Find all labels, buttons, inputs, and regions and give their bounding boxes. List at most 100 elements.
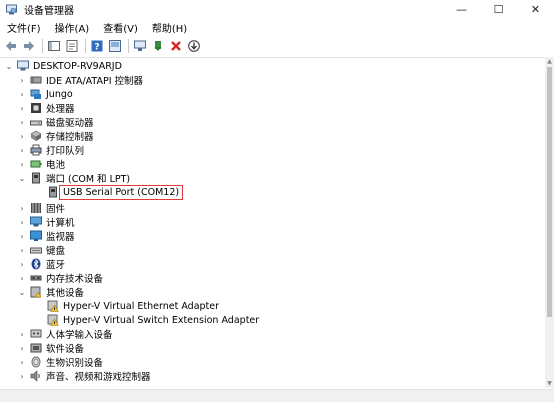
computer-icon [17, 60, 29, 72]
tree-root[interactable]: ⌄ DESKTOP-RV9ARJD [4, 59, 122, 73]
toolbar-separator [85, 38, 86, 53]
fingerprint-icon [30, 356, 42, 368]
ide-controller-icon [30, 74, 42, 86]
tree-item-computer[interactable]: › 计算机 [17, 215, 75, 229]
maximize-button[interactable]: ☐ [480, 0, 517, 18]
tree-item-usb-serial-port[interactable]: USB Serial Port (COM12) [44, 184, 184, 200]
tree-item-sound-video[interactable]: › 声音、视频和游戏控制器 [17, 369, 151, 383]
chevron-right-icon[interactable]: › [17, 73, 27, 87]
chevron-right-icon[interactable]: › [17, 243, 27, 257]
jungo-device-icon [30, 88, 42, 100]
tree-item-label: 生物识别设备 [46, 358, 104, 369]
tree-item-label: 存储控制器 [46, 132, 94, 143]
device-manager-icon [6, 4, 17, 15]
tree-item-hyperv-ethernet[interactable]: Hyper-V Virtual Ethernet Adapter [44, 299, 219, 313]
tree-item-disk[interactable]: › 磁盘驱动器 [17, 115, 94, 130]
software-device-icon [30, 342, 42, 354]
title-bar: 设备管理器 — ☐ ✕ [0, 0, 554, 18]
scrollbar-thumb[interactable] [547, 67, 552, 317]
tree-item-hid[interactable]: › 人体学输入设备 [17, 327, 113, 341]
update-driver-icon[interactable] [151, 39, 165, 53]
tree-item-ports[interactable]: ⌄ 端口 (COM 和 LPT) [17, 171, 130, 185]
tree-item-label: IDE ATA/ATAPI 控制器 [46, 76, 144, 87]
menu-view[interactable]: 查看(V) [96, 20, 145, 35]
tree-item-label: 软件设备 [46, 344, 85, 355]
speaker-icon [30, 370, 42, 382]
close-button[interactable]: ✕ [517, 0, 554, 18]
view-icon[interactable] [108, 39, 122, 53]
tree-item-print-queue[interactable]: › 打印队列 [17, 143, 84, 157]
uninstall-icon[interactable] [169, 39, 183, 53]
help-icon[interactable]: ? [90, 39, 104, 53]
disk-drive-icon [30, 116, 42, 128]
tree-item-label: 蓝牙 [46, 260, 66, 271]
tree-item-label: 磁盘驱动器 [46, 118, 94, 129]
horizontal-scrollbar[interactable] [0, 389, 554, 402]
show-hide-tree-icon[interactable] [47, 39, 61, 53]
tree-item-label: Hyper-V Virtual Switch Extension Adapter [63, 314, 260, 326]
device-tree: ⌄ DESKTOP-RV9ARJD › IDE ATA/ATAPI 控制器 › … [0, 57, 545, 389]
chevron-right-icon[interactable]: › [17, 355, 27, 369]
tree-item-monitor[interactable]: › 监视器 [17, 229, 75, 243]
chevron-right-icon[interactable]: › [17, 115, 27, 129]
tree-item-ide[interactable]: › IDE ATA/ATAPI 控制器 [17, 73, 144, 88]
tree-item-label: 声音、视频和游戏控制器 [46, 372, 151, 383]
selected-device-label[interactable]: USB Serial Port (COM12) [59, 184, 184, 200]
scan-hardware-icon[interactable] [133, 39, 147, 53]
chevron-down-icon[interactable]: ⌄ [17, 285, 27, 299]
tree-item-label: 内存技术设备 [46, 274, 104, 285]
chevron-right-icon[interactable]: › [17, 143, 27, 157]
tree-item-label: 打印队列 [46, 146, 85, 157]
tree-item-keyboard[interactable]: › 键盘 [17, 243, 66, 258]
minimize-button[interactable]: — [443, 0, 480, 18]
chevron-down-icon[interactable]: ⌄ [4, 59, 14, 73]
port-icon [47, 186, 59, 198]
tree-item-jungo[interactable]: › Jungo [17, 87, 72, 101]
chevron-right-icon[interactable]: › [17, 369, 27, 383]
tree-item-battery[interactable]: › 电池 [17, 157, 66, 172]
tree-item-biometric[interactable]: › 生物识别设备 [17, 355, 103, 369]
chevron-right-icon[interactable]: › [17, 271, 27, 285]
chevron-right-icon[interactable]: › [17, 87, 27, 101]
chevron-right-icon[interactable]: › [17, 101, 27, 115]
scroll-up-icon[interactable]: ▲ [545, 57, 554, 66]
tree-item-hyperv-switch[interactable]: Hyper-V Virtual Switch Extension Adapter [44, 313, 259, 327]
menu-bar: 文件(F) 操作(A) 查看(V) 帮助(H) [0, 19, 554, 36]
tree-item-label: 处理器 [46, 104, 75, 115]
chevron-right-icon[interactable]: › [17, 327, 27, 341]
monitor-icon [30, 230, 42, 242]
tree-item-bluetooth[interactable]: › 蓝牙 [17, 257, 65, 271]
back-arrow-icon[interactable] [4, 39, 18, 53]
chevron-right-icon[interactable]: › [17, 129, 27, 143]
toolbar-separator [128, 38, 129, 53]
tree-item-memory-tech[interactable]: › 内存技术设备 [17, 271, 104, 286]
tree-item-software-device[interactable]: › 软件设备 [17, 341, 84, 355]
chevron-right-icon[interactable]: › [17, 201, 27, 215]
menu-file[interactable]: 文件(F) [0, 20, 48, 35]
download-driver-icon[interactable] [187, 39, 201, 53]
scroll-down-icon[interactable]: ▼ [545, 379, 554, 388]
tree-item-label: Hyper-V Virtual Ethernet Adapter [63, 300, 220, 312]
chevron-right-icon[interactable]: › [17, 229, 27, 243]
tree-item-firmware[interactable]: › 固件 [17, 201, 65, 215]
tree-root-label: DESKTOP-RV9ARJD [33, 60, 122, 72]
menu-help[interactable]: 帮助(H) [145, 20, 194, 35]
keyboard-icon [30, 244, 42, 256]
tree-item-other-devices[interactable]: ⌄ 其他设备 [17, 285, 84, 299]
tree-item-storage[interactable]: › 存储控制器 [17, 129, 94, 143]
storage-controller-icon [30, 130, 42, 142]
chevron-right-icon[interactable]: › [17, 157, 27, 171]
window-title: 设备管理器 [24, 5, 74, 17]
chevron-down-icon[interactable]: ⌄ [17, 171, 27, 185]
tree-item-label: 键盘 [46, 246, 66, 257]
properties-icon[interactable] [65, 39, 79, 53]
chevron-right-icon[interactable]: › [17, 341, 27, 355]
memory-device-icon [30, 272, 42, 284]
vertical-scrollbar[interactable]: ▲ ▼ [545, 57, 554, 388]
tree-item-processor[interactable]: › 处理器 [17, 101, 75, 115]
chevron-right-icon[interactable]: › [17, 215, 27, 229]
tree-item-label: 电池 [46, 160, 66, 171]
forward-arrow-icon[interactable] [22, 39, 36, 53]
menu-action[interactable]: 操作(A) [48, 20, 97, 35]
chevron-right-icon[interactable]: › [17, 257, 27, 271]
